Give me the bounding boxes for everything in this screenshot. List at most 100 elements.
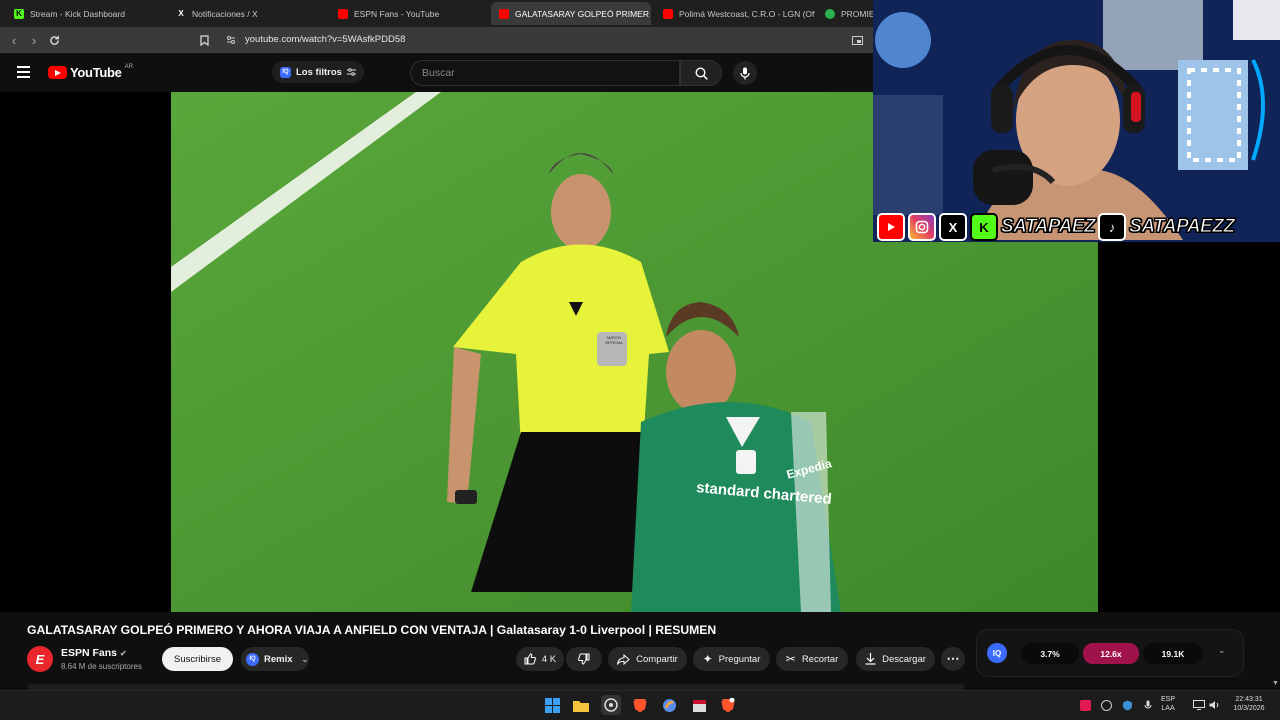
tab-promied[interactable]: PROMIED	[817, 2, 877, 25]
menu-icon[interactable]	[17, 66, 30, 78]
share-button[interactable]: Compartir	[608, 647, 687, 671]
brave-browser-icon[interactable]	[630, 695, 650, 715]
address-bar-row: ‹ › youtube.com/watch?v=5WAsfkPDD58	[0, 27, 873, 53]
file-explorer-icon[interactable]	[571, 695, 591, 715]
reload-icon[interactable]	[46, 32, 62, 48]
download-label: Descargar	[882, 653, 926, 665]
tray-microphone-icon[interactable]	[1138, 695, 1158, 715]
chevron-down-icon: ⌄	[301, 654, 309, 664]
tab-label: Stream - Kick Dashboard	[30, 8, 125, 19]
windows-start-icon[interactable]	[542, 695, 562, 715]
streamer-camera	[873, 0, 1280, 242]
subscribe-button[interactable]: Suscribirse	[162, 647, 233, 671]
logo-text: YouTube	[70, 65, 122, 80]
clip-label: Recortar	[801, 653, 839, 665]
kick-handle: SATAPAEZ	[1000, 216, 1096, 238]
like-button[interactable]: 4 K	[516, 647, 564, 671]
language-layout: LAA	[1161, 705, 1175, 712]
like-count: 4 K	[541, 653, 557, 665]
url-field[interactable]: youtube.com/watch?v=5WAsfkPDD58	[245, 34, 405, 45]
tray-app-red-icon[interactable]	[1075, 695, 1095, 715]
youtube-icon	[877, 213, 905, 241]
youtube-logo[interactable]: YouTube AR	[48, 63, 133, 80]
tab-label: Polimá Westcoast, C.R.O - LGN (Offic	[679, 8, 815, 19]
iq-stat-percent: 3.7%	[1021, 643, 1079, 664]
tab-label: PROMIED	[841, 8, 877, 19]
remix-button[interactable]: IQ Remix ⌄	[241, 647, 309, 671]
tab-x-notifications[interactable]: X Notificaciones / X	[168, 2, 328, 25]
tab-polima-westcoast[interactable]: Polimá Westcoast, C.R.O - LGN (Offic	[655, 2, 815, 25]
tab-label: Notificaciones / X	[192, 8, 258, 19]
streamer-socials-banner: X K SATAPAEZ ♪ SATAPAEZZ	[877, 212, 1236, 242]
youtube-icon	[499, 8, 509, 19]
keyboard-language[interactable]: ESP LAA	[1161, 695, 1175, 713]
scroll-down-arrow-icon[interactable]: ▼	[1272, 680, 1279, 687]
tiktok-handle: SATAPAEZZ	[1129, 216, 1236, 238]
tray-defender-icon[interactable]	[1117, 695, 1137, 715]
download-button[interactable]: Descargar	[856, 647, 935, 671]
more-actions-button[interactable]: ⋯	[941, 647, 965, 671]
instagram-icon	[908, 213, 936, 241]
iq-icon: IQ	[246, 652, 259, 666]
ask-button[interactable]: ✦ Preguntar	[693, 647, 770, 671]
tab-galatasaray-video[interactable]: GALATASARAY GOLPEÓ PRIMER ✕	[491, 2, 651, 25]
sparkle-icon: ✦	[702, 652, 713, 666]
clock-date: 10/3/2026	[1233, 705, 1265, 712]
clip-button[interactable]: ✂ Recortar	[776, 647, 848, 671]
iq-logo: IQ	[987, 643, 1007, 663]
cast-icon[interactable]	[849, 32, 865, 48]
video-title: GALATASARAY GOLPEÓ PRIMERO Y AHORA VIAJA…	[27, 623, 717, 637]
back-arrow-icon[interactable]: ‹	[6, 32, 22, 48]
youtube-play-icon	[48, 66, 67, 79]
thumbs-up-icon	[524, 653, 536, 665]
voice-search-button[interactable]	[733, 61, 757, 85]
subscriber-count: 8.64 M de suscriptores	[61, 662, 142, 671]
filters-label: Los filtros	[296, 66, 342, 78]
verified-icon: ✔	[119, 649, 127, 658]
country-code: AR	[124, 63, 133, 70]
webcam-overlay	[873, 0, 1280, 242]
channel-avatar[interactable]: E	[27, 646, 53, 672]
volume-icon[interactable]	[1205, 695, 1225, 715]
obs-icon[interactable]	[601, 695, 621, 715]
ask-label: Preguntar	[718, 653, 761, 665]
calendar-app-icon[interactable]	[689, 695, 709, 715]
tab-label: ESPN Fans - YouTube	[354, 8, 440, 19]
tiktok-icon: ♪	[1098, 213, 1127, 241]
clock-time: 22:43:31	[1235, 696, 1263, 703]
copilot-icon[interactable]	[659, 695, 679, 715]
tab-label: GALATASARAY GOLPEÓ PRIMER	[515, 8, 649, 19]
tab-kick-dashboard[interactable]: K Stream - Kick Dashboard	[6, 2, 166, 25]
youtube-icon	[663, 8, 673, 19]
site-settings-icon[interactable]	[223, 32, 239, 48]
system-clock[interactable]: 22:43:31 10/3/2026	[1227, 695, 1271, 713]
bookmark-icon[interactable]	[196, 32, 212, 48]
brave-browser-alt-icon[interactable]	[718, 695, 738, 715]
iq-icon: IQ	[280, 66, 291, 78]
kick-icon: K	[14, 8, 24, 19]
tray-steam-icon[interactable]	[1096, 695, 1116, 715]
share-icon	[617, 653, 630, 665]
forward-arrow-icon[interactable]: ›	[26, 32, 42, 48]
iq-stat-multiplier: 12.6x	[1083, 643, 1139, 664]
dislike-button[interactable]	[566, 647, 602, 671]
share-label: Compartir	[636, 653, 678, 665]
channel-name[interactable]: ESPN Fans ✔	[61, 647, 127, 659]
search-icon	[694, 66, 708, 80]
remix-label: Remix	[264, 653, 293, 665]
tab-espn-fans[interactable]: ESPN Fans - YouTube	[330, 2, 490, 25]
x-icon: X	[939, 213, 967, 241]
shield-icon	[825, 8, 835, 19]
chevron-down-icon[interactable]: ⌄	[1218, 645, 1226, 656]
search-button[interactable]	[680, 60, 722, 86]
search-placeholder: Buscar	[422, 67, 455, 79]
channel-name-text: ESPN Fans	[61, 647, 118, 659]
download-icon	[865, 653, 876, 665]
microphone-icon	[740, 67, 750, 79]
referee-badge-text: MATCH OFFICIAL	[604, 335, 623, 345]
sliders-icon	[346, 68, 356, 76]
espn-logo: E	[35, 651, 45, 667]
filters-button[interactable]: IQ Los filtros	[272, 61, 364, 83]
search-input[interactable]: Buscar	[410, 60, 680, 86]
more-options-icon: ⋯	[946, 651, 960, 666]
